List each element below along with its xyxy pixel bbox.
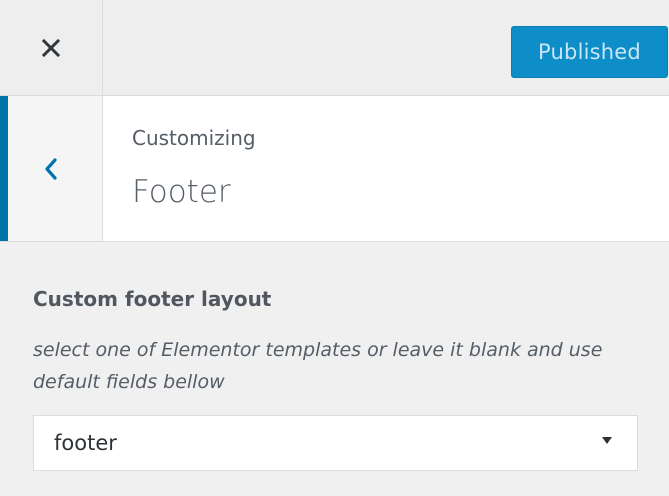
chevron-left-icon — [45, 156, 60, 182]
customizer-header: Published — [0, 0, 669, 96]
close-customizer-button[interactable] — [0, 0, 103, 96]
section-header: Customizing Footer — [0, 96, 669, 242]
control-description: select one of Elementor templates or lea… — [33, 339, 603, 393]
publish-button[interactable]: Published — [511, 26, 668, 78]
section-title: Footer — [132, 174, 231, 210]
close-icon — [40, 37, 62, 59]
select-value: footer — [54, 431, 117, 455]
section-subtitle: Customizing — [132, 126, 256, 150]
back-button[interactable] — [0, 96, 103, 241]
control-label: Custom footer layout — [33, 287, 272, 311]
footer-layout-select[interactable]: footer — [33, 415, 638, 471]
